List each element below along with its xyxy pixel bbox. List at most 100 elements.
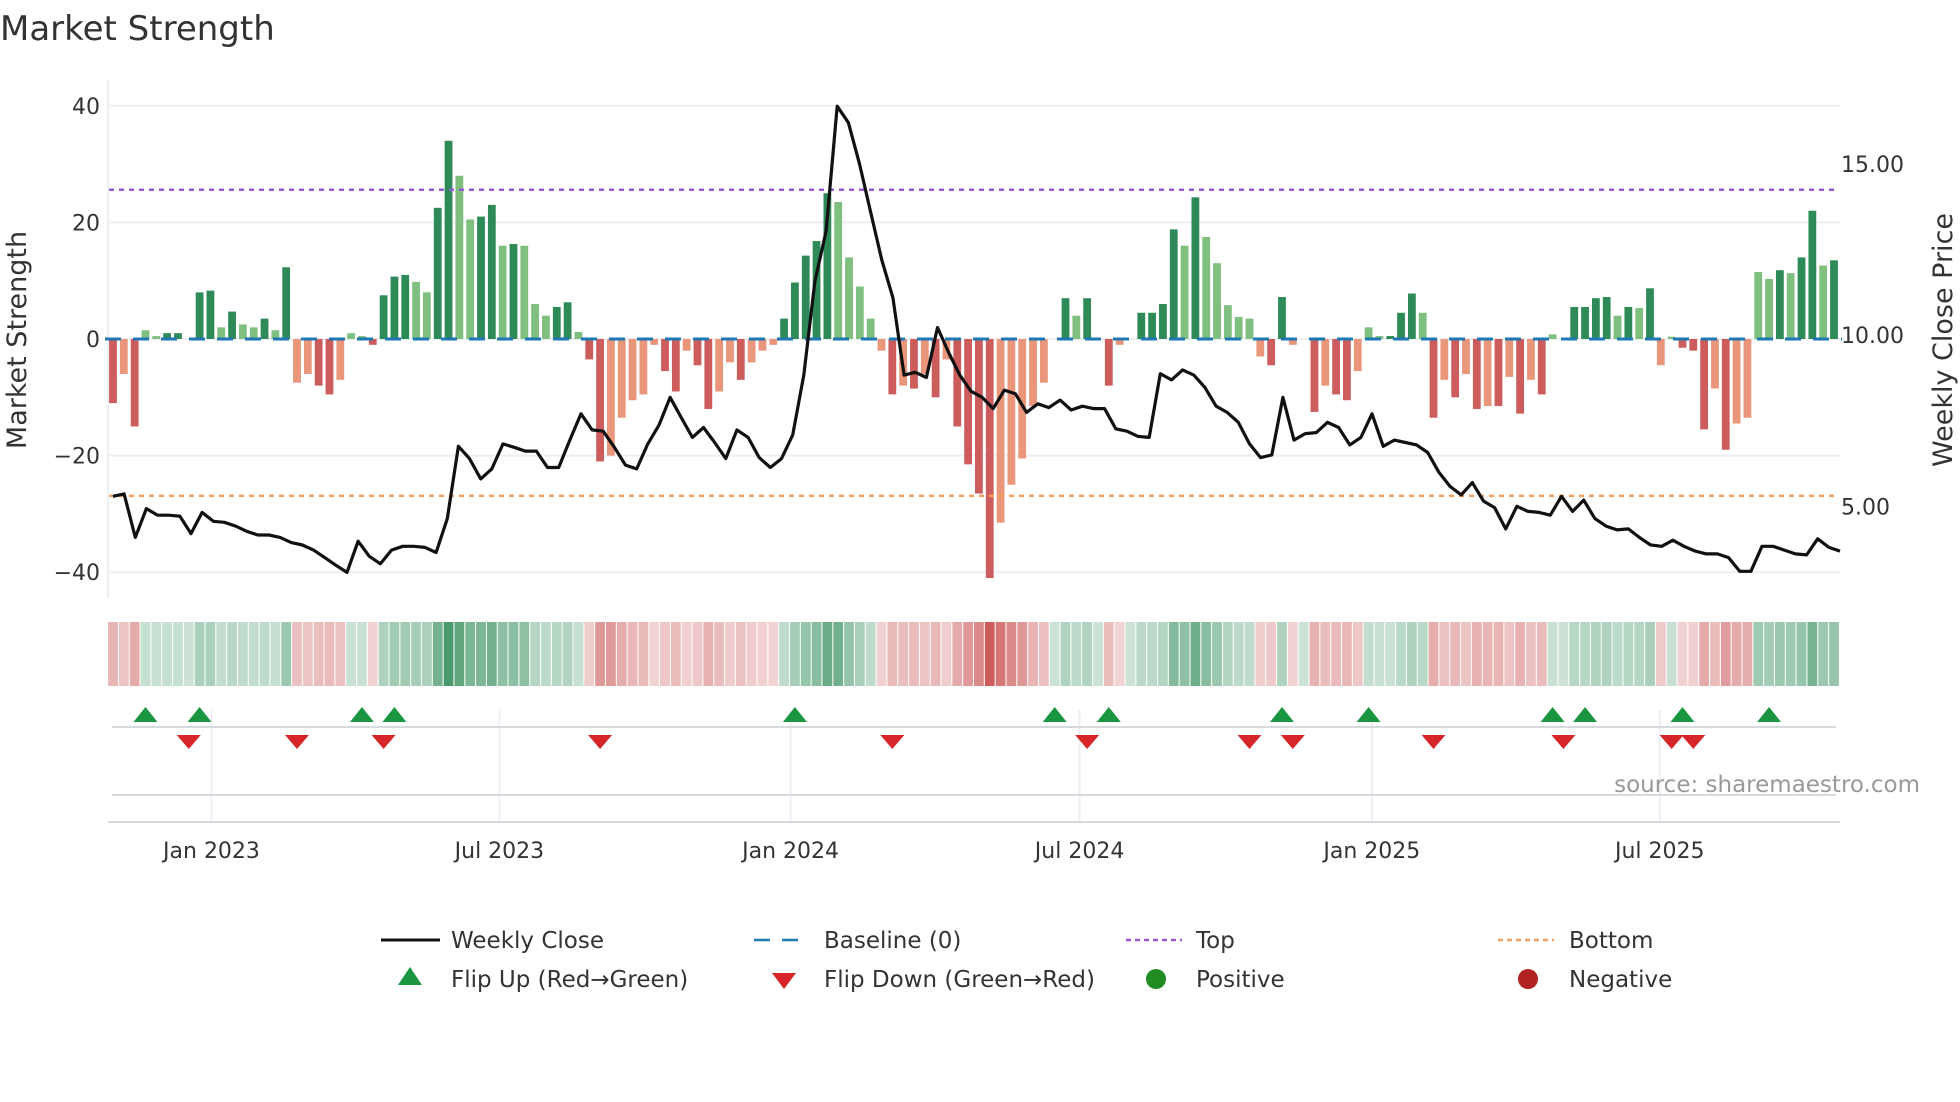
- y-tick-label: −40: [54, 561, 100, 586]
- positive-bar: [444, 140, 453, 339]
- strip-cell: [1352, 622, 1363, 686]
- positive-bar: [1830, 260, 1838, 339]
- legend-top: Top: [1195, 928, 1235, 954]
- negative-bar: [715, 339, 724, 392]
- strip-cell: [1720, 622, 1731, 686]
- positive-bar: [1613, 315, 1622, 339]
- positive-bar: [195, 292, 204, 339]
- legend-bottom: Bottom: [1569, 928, 1653, 954]
- negative-bar: [1711, 339, 1719, 389]
- strip-cell: [1190, 622, 1201, 686]
- strip-cell: [1136, 622, 1147, 686]
- strip-cell: [1201, 622, 1212, 686]
- strip-cell: [1158, 622, 1168, 686]
- y-tick-label: 0: [86, 328, 100, 353]
- flip-up-marker: [1573, 707, 1598, 722]
- positive-bar: [249, 327, 258, 339]
- triangle-down-icon: [772, 973, 796, 989]
- negative-bar: [726, 339, 734, 363]
- negative-bar: [1689, 339, 1698, 351]
- positive-bar: [217, 327, 226, 339]
- strip-cell: [790, 622, 800, 686]
- strip-cell: [486, 622, 497, 686]
- flip-down-marker: [588, 735, 613, 749]
- strip-cell: [389, 622, 400, 686]
- strip-cell: [411, 622, 421, 686]
- negative-bar: [1462, 339, 1470, 374]
- strip-cell: [779, 622, 789, 686]
- strip-cell: [1536, 622, 1547, 686]
- strip-cell: [725, 622, 735, 686]
- negative-bar: [130, 339, 139, 427]
- negative-bar: [628, 339, 637, 401]
- strip-cell: [421, 622, 432, 686]
- strip-cell: [844, 622, 854, 686]
- strip-cell: [432, 622, 443, 686]
- flip-down-marker: [371, 735, 396, 749]
- negative-bar: [1007, 339, 1016, 485]
- positive-bar: [1364, 327, 1373, 339]
- negative-bar: [109, 339, 117, 404]
- source-label: source: sharemaestro.com: [1614, 772, 1920, 798]
- negative-bar: [1267, 339, 1276, 366]
- strip-cell: [1006, 622, 1017, 686]
- strip-cell: [1331, 622, 1341, 686]
- negative-bar: [639, 339, 648, 395]
- positive-bar: [390, 276, 399, 339]
- strip-cell: [1807, 622, 1818, 686]
- negative-bar: [1472, 339, 1481, 409]
- strip-cell: [1774, 622, 1785, 686]
- flip-up-marker: [1670, 707, 1695, 722]
- strip-cell: [768, 622, 779, 686]
- positive-bar: [1148, 312, 1156, 339]
- strip-cell: [995, 622, 1006, 686]
- chart-title: Market Strength: [0, 9, 275, 49]
- positive-bar: [1386, 336, 1395, 339]
- strip-cell: [162, 622, 173, 686]
- strip-cell: [963, 622, 973, 686]
- flip-down-marker: [1421, 735, 1446, 749]
- strip-cell: [1396, 622, 1406, 686]
- strip-cell: [476, 622, 486, 686]
- x-tick-label: Jan 2023: [161, 839, 260, 864]
- strip-cell: [237, 622, 248, 686]
- positive-bar: [855, 286, 864, 339]
- negative-bar: [596, 339, 604, 462]
- strip-cell: [562, 622, 573, 686]
- negative-bar: [682, 339, 691, 351]
- strip-cell: [692, 622, 703, 686]
- strip-cell: [1785, 622, 1796, 686]
- positive-bar: [1775, 270, 1784, 339]
- positive-bar: [1635, 308, 1644, 339]
- strip-cell: [1590, 622, 1601, 686]
- positive-bar: [1602, 297, 1611, 339]
- strip-cell: [1114, 622, 1125, 686]
- negative-bar: [1256, 339, 1265, 357]
- positive-bar: [422, 292, 431, 339]
- strip-cell: [822, 622, 833, 686]
- strip-cell: [1049, 622, 1060, 686]
- strip-cell: [1277, 622, 1287, 686]
- positive-bar: [791, 282, 799, 339]
- negative-bar: [1527, 339, 1535, 380]
- legend-flip-down: Flip Down (Green→Red): [824, 967, 1095, 993]
- strip-cell: [1222, 622, 1233, 686]
- strip-cell: [519, 622, 530, 686]
- positive-bar: [834, 201, 843, 339]
- negative-bar: [736, 339, 745, 380]
- strip-cell: [530, 622, 541, 686]
- strength-bars: [109, 140, 1838, 579]
- negative-bar: [325, 339, 334, 395]
- positive-bar: [487, 204, 496, 339]
- strip-cell: [281, 622, 292, 686]
- strip-cell: [876, 622, 887, 686]
- strip-cell: [1428, 622, 1439, 686]
- strip-cell: [1699, 622, 1710, 686]
- y2-axis-ticks: 15.00 10.00 5.00: [1841, 153, 1904, 521]
- positive-bar: [401, 274, 410, 339]
- strip-cell: [1450, 622, 1461, 686]
- strip-cell: [1742, 622, 1753, 686]
- strip-cell: [346, 622, 357, 686]
- positive-bar: [1548, 334, 1557, 339]
- reference-lines: [105, 188, 1842, 498]
